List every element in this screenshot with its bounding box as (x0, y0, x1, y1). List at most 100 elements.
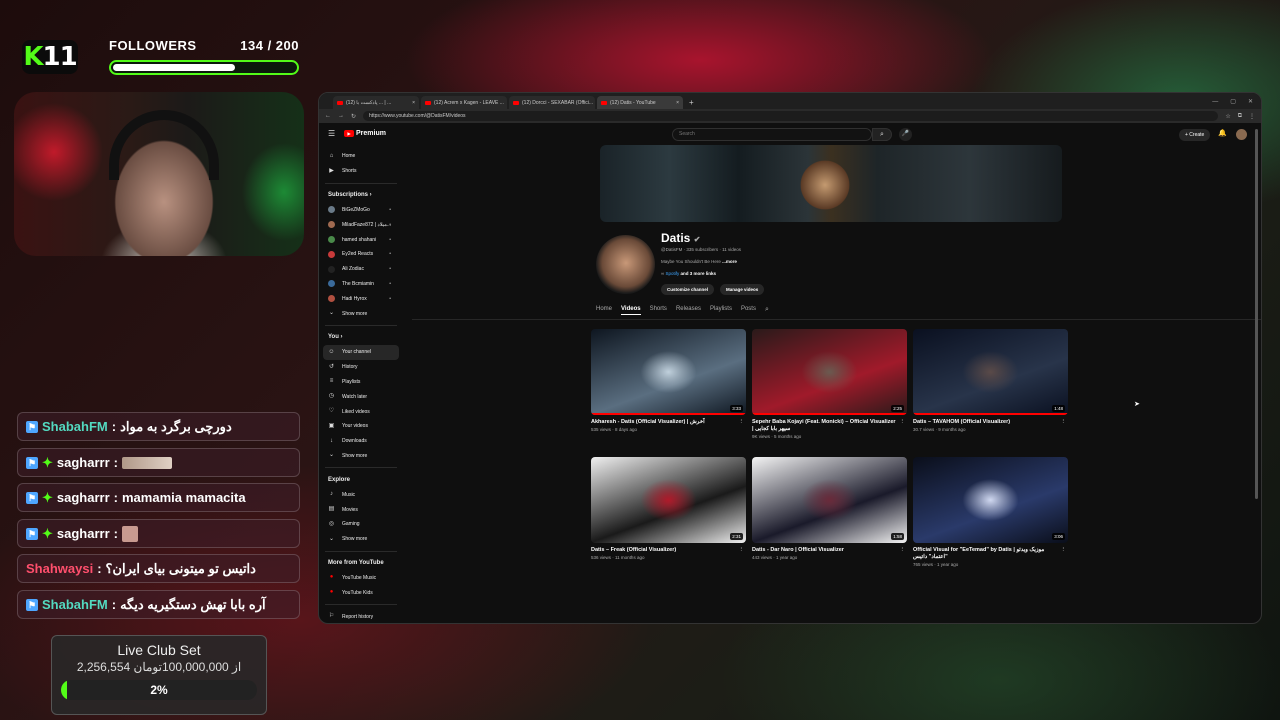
subscription-item[interactable]: hamed shahani • (319, 232, 403, 247)
create-button[interactable]: + Create (1179, 129, 1211, 141)
channel-search-icon[interactable]: ⌕ (765, 306, 769, 315)
video-thumbnail[interactable]: 3:06 (913, 457, 1068, 543)
video-card[interactable]: 1:58 Datis - Dar Naro | Official Visualiz… (752, 457, 907, 560)
manage-videos-button[interactable]: Manage videos (720, 284, 765, 295)
tab-home[interactable]: Home (596, 306, 612, 315)
show-more-subs[interactable]: ⌄ Show more (319, 306, 403, 321)
sparkle-badge-icon: ✦ (42, 525, 53, 541)
chevron-down-icon: ⌄ (328, 535, 335, 542)
video-card[interactable]: 1:48 Datis – TAVAHOM (Official Visualizer… (913, 329, 1068, 432)
browser-tab[interactable]: (12) Acrem x Kagen - LEAVE ...× (421, 96, 507, 109)
more-options-icon[interactable]: ⋮ (1061, 547, 1067, 554)
extensions-icon[interactable]: ⧉ (1238, 113, 1242, 120)
channel-links[interactable]: ∞ Spotify and 3 more links (661, 271, 716, 276)
mic-icon[interactable]: 🎤 (899, 128, 912, 141)
video-thumbnail[interactable]: 1:58 (752, 457, 907, 543)
flag-icon: ⚐ (328, 613, 335, 620)
star-icon[interactable]: ☆ (1225, 113, 1230, 120)
chat-username: sagharrr (56, 490, 110, 505)
video-title[interactable]: Sepehr Baba Kojayi (Feat. Monicki) – Off… (752, 419, 907, 433)
sidebar-item-shorts[interactable]: ▶ Shorts (319, 164, 403, 179)
show-more-you[interactable]: ⌄ Show more (319, 449, 403, 464)
sidebar-item-your-channel[interactable]: ☺ Your channel (323, 344, 399, 360)
hamburger-menu-icon[interactable]: ☰ (328, 129, 335, 138)
maximize-icon[interactable]: ▢ (1230, 96, 1236, 109)
subscription-item[interactable]: Ali Zodiac • (319, 262, 403, 277)
close-icon[interactable]: ✕ (1248, 96, 1253, 109)
sidebar-item-your-videos[interactable]: ▣ Your videos (319, 419, 403, 434)
video-thumbnail[interactable]: 2:31 (591, 457, 746, 543)
tab-videos[interactable]: Videos (621, 306, 641, 315)
sidebar-item-watch-later[interactable]: ◷ Watch later (319, 389, 403, 404)
sidebar-item-gaming[interactable]: ◎ Gaming (319, 517, 403, 532)
sidebar-item-youtube-kids[interactable]: ● YouTube Kids (319, 585, 403, 600)
back-icon[interactable]: ← (325, 113, 331, 119)
account-avatar[interactable] (1236, 129, 1247, 140)
search-icon[interactable]: ⌕ (872, 128, 892, 141)
video-title[interactable]: Akharesh - Datis (Official Visualizer) |… (591, 419, 746, 426)
sidebar-item-music[interactable]: ♪ Music (319, 487, 403, 502)
more-options-icon[interactable]: ⋮ (739, 419, 745, 426)
video-card[interactable]: 2:25 Sepehr Baba Kojayi (Feat. Monicki) –… (752, 329, 907, 439)
more-options-icon[interactable]: ⋮ (900, 419, 906, 426)
subscription-item[interactable]: MiladFaze872 | میلاد... • (319, 217, 403, 232)
video-card[interactable]: 2:31 Datis – Freak (Official Visualizer) ⋮… (591, 457, 746, 560)
video-title[interactable]: Official Visual for "EeTemad" by Datis |… (913, 547, 1068, 561)
video-card[interactable]: 3:33 Akharesh - Datis (Official Visualize… (591, 329, 746, 432)
show-more-explore[interactable]: ⌄ Show more (319, 532, 403, 547)
browser-menu-icon[interactable]: ⋮ (1249, 113, 1255, 120)
minimize-icon[interactable]: — (1212, 96, 1218, 109)
notifications-icon[interactable]: 🔔 (1218, 129, 1227, 137)
channel-description[interactable]: Maybe You Shouldn't Be Here ...more (661, 259, 737, 264)
video-card[interactable]: 3:06 Official Visual for "EeTemad" by Dat… (913, 457, 1068, 567)
url-field[interactable]: https://www.youtube.com/@DatisFM/videos (363, 111, 1219, 121)
tab-shorts[interactable]: Shorts (650, 306, 667, 315)
sidebar-item-youtube-music[interactable]: ● YouTube Music (319, 571, 403, 586)
sidebar: ⌂ Home ▶ Shorts Subscriptions › BiGeZMoGo • Mil… (319, 149, 403, 623)
new-tab-button[interactable]: + (685, 96, 698, 109)
youtube-logo[interactable]: ▶ Premium (344, 130, 386, 137)
browser-tab-active[interactable]: (12) Datis - YouTube × (597, 96, 683, 109)
more-options-icon[interactable]: ⋮ (1061, 419, 1067, 426)
video-meta: 765 views · 1 year ago (913, 562, 959, 567)
browser-tab[interactable]: (12) Dorcci - SEXABAR (Offici...× (509, 96, 595, 109)
sidebar-item-downloads[interactable]: ↓ Downloads (319, 434, 403, 449)
more-options-icon[interactable]: ⋮ (900, 547, 906, 554)
mod-badge-icon: ⚑ (26, 491, 38, 504)
search-input[interactable]: Search (672, 128, 872, 141)
you-header[interactable]: You › (319, 330, 403, 345)
sidebar-item-history[interactable]: ↺ History (319, 360, 403, 375)
tab-playlists[interactable]: Playlists (710, 306, 732, 315)
tab-releases[interactable]: Releases (676, 306, 701, 315)
tab-posts[interactable]: Posts (741, 306, 756, 315)
scrollbar[interactable] (1255, 129, 1258, 499)
subscription-item[interactable]: Hadi Hyrox • (319, 291, 403, 306)
customize-channel-button[interactable]: Customize channel (661, 284, 715, 295)
subscription-item[interactable]: BiGeZMoGo • (319, 203, 403, 218)
video-title[interactable]: Datis – Freak (Official Visualizer) ⋮ (591, 547, 746, 554)
chat-text: دورچی برگرد به مواد (120, 418, 232, 434)
sidebar-item-home[interactable]: ⌂ Home (319, 149, 403, 164)
report-history[interactable]: ⚐ Report history (319, 609, 403, 623)
sidebar-item-liked-videos[interactable]: ♡ Liked videos (319, 404, 403, 419)
video-thumbnail[interactable]: 1:48 (913, 329, 1068, 415)
followers-progress-fill (113, 64, 235, 71)
video-title[interactable]: Datis - Dar Naro | Official Visualizer ⋮ (752, 547, 907, 554)
chat-text: mamamia mamacita (122, 490, 246, 505)
reload-icon[interactable]: ↻ (351, 113, 356, 120)
video-thumbnail[interactable]: 2:25 (752, 329, 907, 415)
forward-icon[interactable]: → (338, 113, 344, 119)
subscription-avatar (328, 250, 335, 258)
video-meta: 536 views · 11 months ago (591, 555, 645, 560)
video-thumbnail[interactable]: 3:33 (591, 329, 746, 415)
subscriptions-header[interactable]: Subscriptions › (319, 188, 403, 203)
video-title[interactable]: Datis – TAVAHOM (Official Visualizer) ⋮ (913, 419, 1068, 426)
browser-tab[interactable]: (12) پادکست با ... | ... × (333, 96, 419, 109)
subscription-item[interactable]: The Bcmiamin • (319, 277, 403, 292)
sidebar-item-playlists[interactable]: ≡ Playlists (319, 375, 403, 390)
sparkle-badge-icon: ✦ (42, 489, 53, 505)
more-options-icon[interactable]: ⋮ (739, 547, 745, 554)
sidebar-item-movies[interactable]: ▤ Movies (319, 502, 403, 517)
subscription-avatar (328, 295, 335, 303)
subscription-item[interactable]: Ey2ed Reacts • (319, 247, 403, 262)
